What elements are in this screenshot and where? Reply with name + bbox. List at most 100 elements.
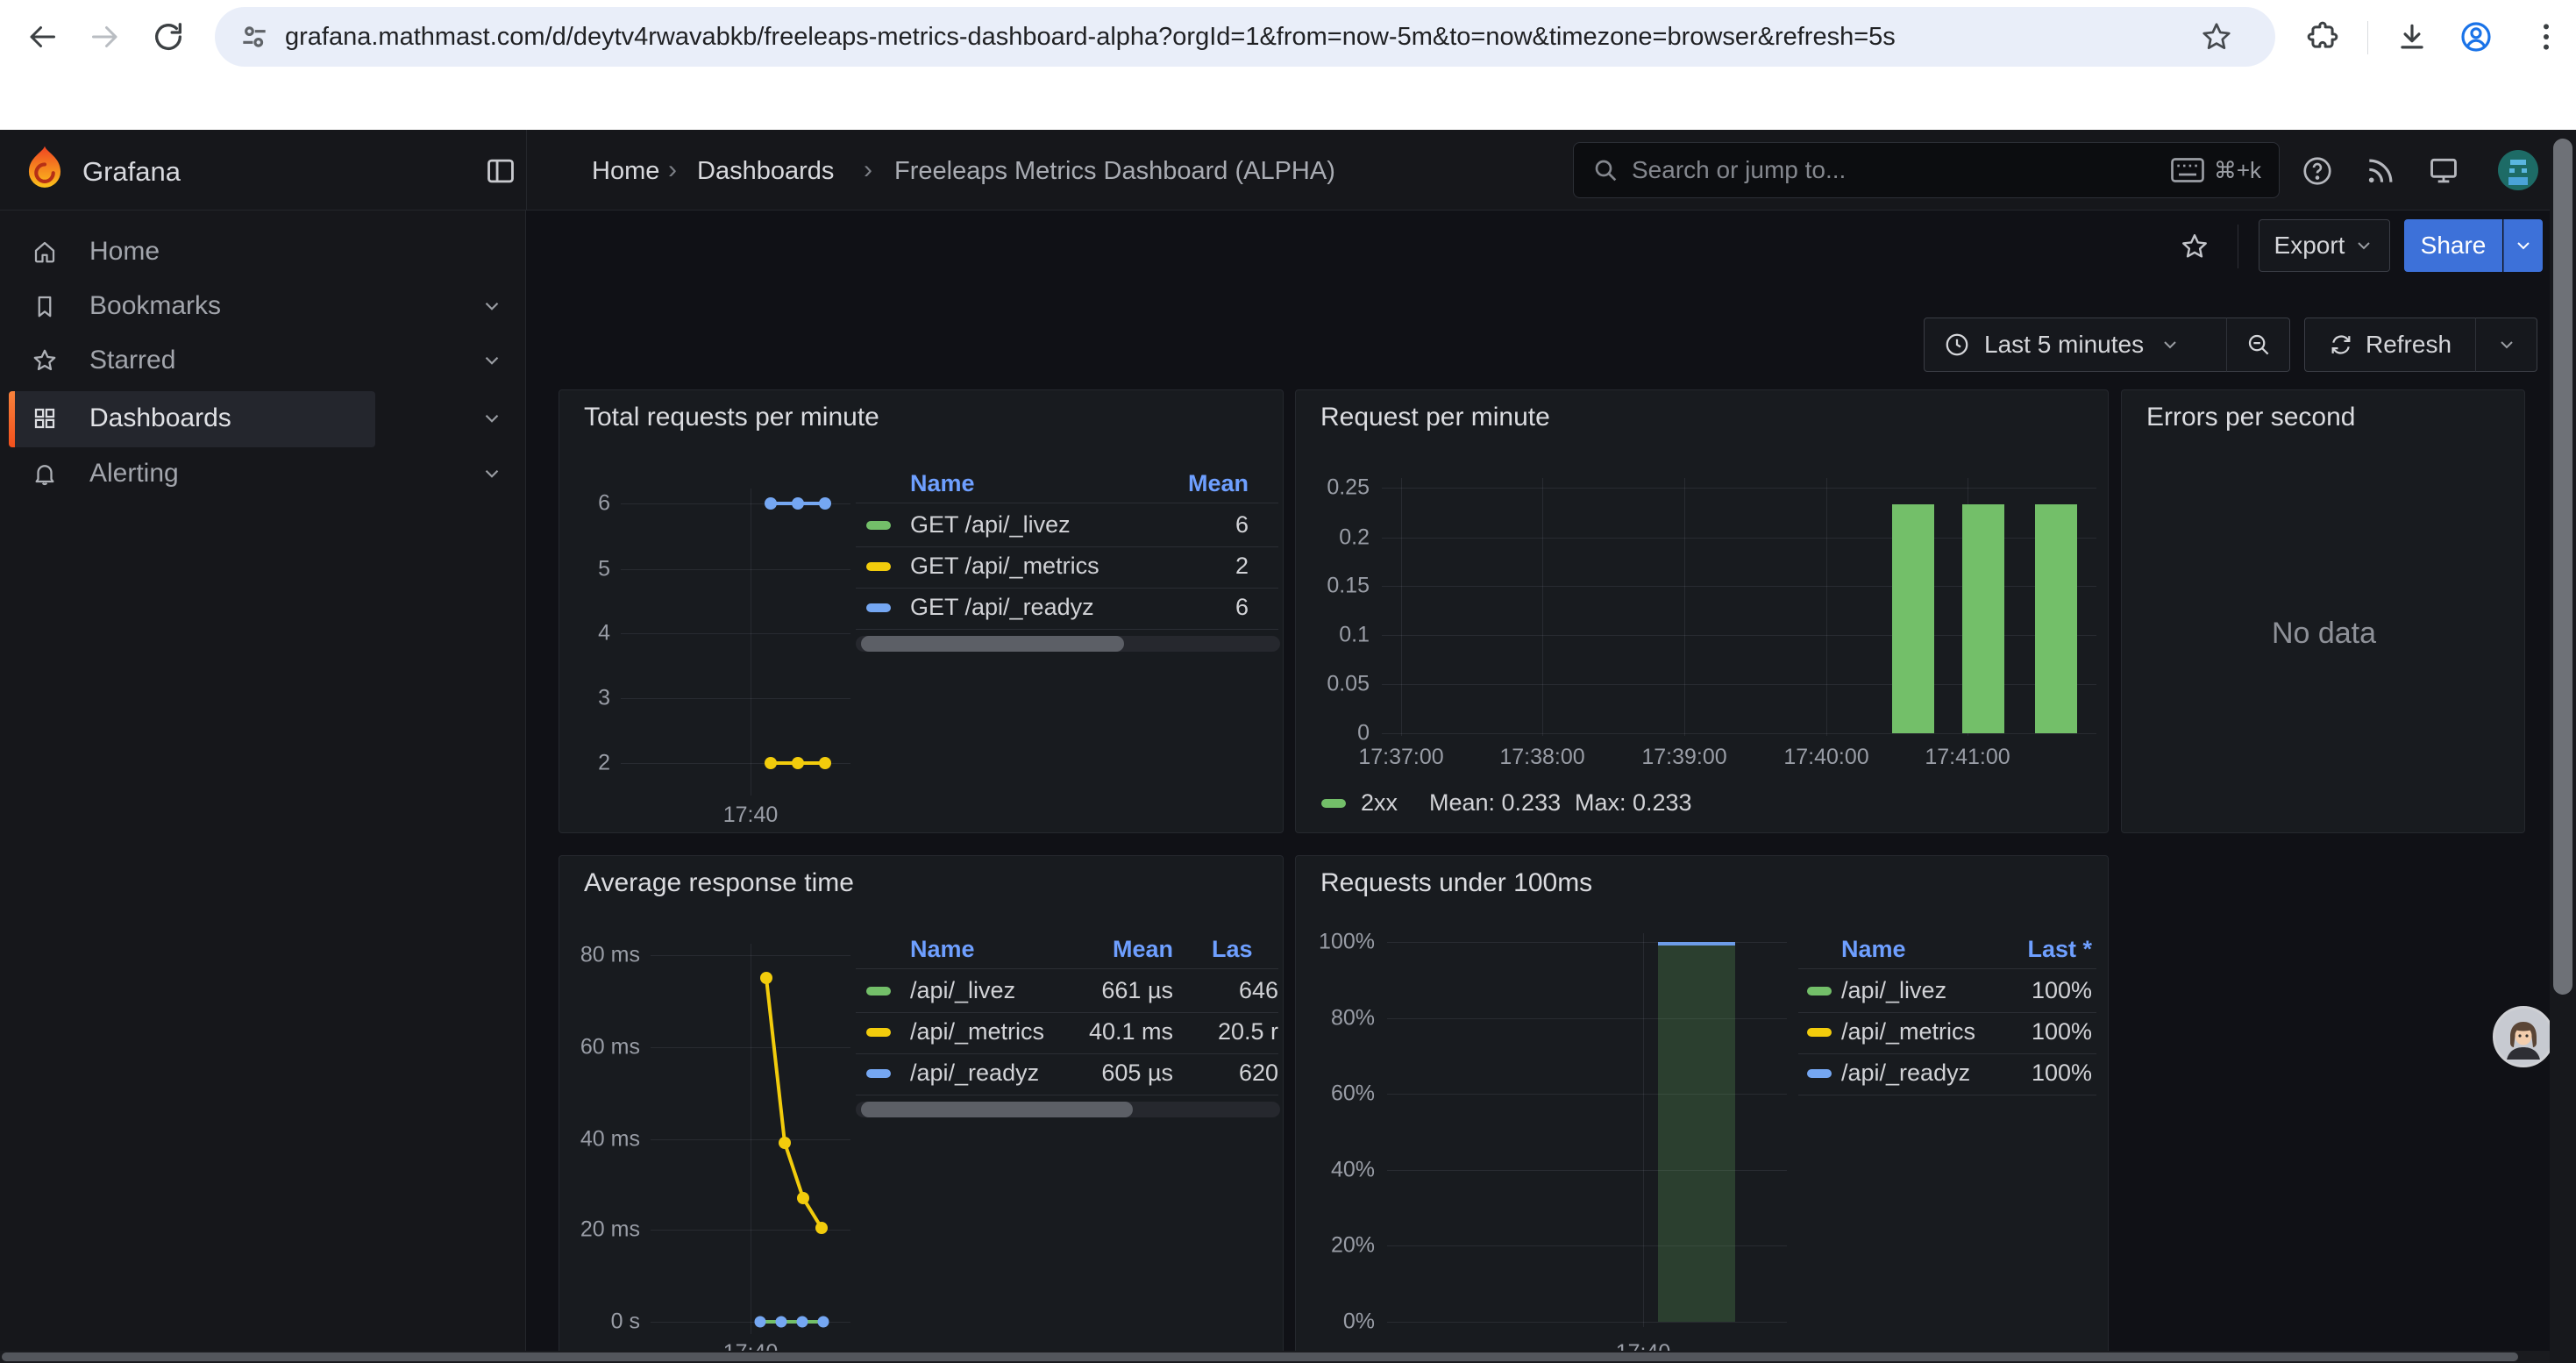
panel-title[interactable]: Errors per second: [2146, 403, 2355, 432]
legend-header-name[interactable]: Name: [910, 936, 975, 963]
legend-series-value: 6: [1121, 594, 1249, 621]
legend-series-name[interactable]: /api/_livez: [910, 977, 1015, 1004]
legend-max: Max: 0.233: [1575, 789, 1692, 817]
grafana-logo-icon[interactable]: [23, 144, 67, 195]
time-range-picker[interactable]: Last 5 minutes: [1924, 318, 2227, 372]
chevron-down-icon[interactable]: [480, 407, 503, 430]
y-tick: 5: [559, 557, 610, 582]
refresh-interval-dropdown[interactable]: [2475, 318, 2537, 372]
bookmarks-bar: Freeleaps 收藏博客: [0, 74, 2576, 130]
legend-scrollbar[interactable]: [856, 1102, 1280, 1117]
reload-icon[interactable]: [151, 19, 186, 54]
sidebar-item-home[interactable]: Home: [89, 237, 160, 267]
legend-scrollbar[interactable]: [856, 636, 1280, 652]
help-icon[interactable]: [2301, 154, 2334, 188]
legend-header-mean[interactable]: Mean: [1033, 936, 1173, 963]
y-tick: 0.2: [1296, 525, 1370, 551]
legend-header-name[interactable]: Name: [1841, 936, 1906, 963]
favorite-star-icon[interactable]: [2180, 232, 2210, 261]
panel-title[interactable]: Average response time: [584, 868, 854, 898]
brand-title: Grafana: [82, 156, 181, 188]
legend-series-name[interactable]: /api/_metrics: [1841, 1018, 1975, 1045]
chevron-down-icon[interactable]: [480, 295, 503, 318]
url-bar[interactable]: grafana.mathmast.com/d/deytv4rwavabkb/fr…: [215, 7, 2275, 67]
assistant-avatar[interactable]: [2493, 1006, 2554, 1067]
legend-scrollbar-thumb[interactable]: [861, 1102, 1133, 1117]
legend-series-name[interactable]: GET /api/_readyz: [910, 594, 1094, 621]
url-text[interactable]: grafana.mathmast.com/d/deytv4rwavabkb/fr…: [285, 23, 2196, 52]
sidebar-item-alerting[interactable]: Alerting: [89, 459, 179, 489]
site-settings-icon[interactable]: [238, 20, 271, 54]
zoom-out-icon: [2245, 332, 2272, 358]
refresh-button[interactable]: Refresh: [2304, 318, 2476, 372]
legend-header-mean[interactable]: Mean: [1121, 470, 1249, 497]
zoom-out-button[interactable]: [2226, 318, 2290, 372]
toolbar-divider: [2367, 21, 2368, 54]
search-input[interactable]: Search or jump to... ⌘+k: [1573, 142, 2280, 198]
extensions-icon[interactable]: [2306, 20, 2339, 54]
sidebar-item-dashboards[interactable]: Dashboards: [89, 403, 231, 433]
panel-title[interactable]: Request per minute: [1320, 403, 1550, 432]
legend-scrollbar-thumb[interactable]: [861, 636, 1124, 652]
sidebar: Home Bookmarks Starred Dashboards Alerti…: [0, 211, 526, 1363]
sidebar-item-starred[interactable]: Starred: [89, 346, 175, 375]
keyboard-icon: [2170, 156, 2205, 184]
y-tick: 6: [559, 491, 610, 517]
series-swatch: [866, 1028, 891, 1037]
gridline: [621, 569, 850, 570]
legend-series-mean: 605 µs: [1033, 1060, 1173, 1087]
page: grafana.mathmast.com/d/deytv4rwavabkb/fr…: [0, 0, 2576, 1363]
series-swatch: [1807, 1028, 1832, 1037]
y-tick: 40%: [1296, 1158, 1375, 1183]
legend-series-name[interactable]: GET /api/_livez: [910, 511, 1071, 539]
export-button[interactable]: Export: [2259, 219, 2390, 272]
sidebar-toggle-icon[interactable]: [484, 154, 517, 188]
breadcrumb-separator: ›: [864, 155, 872, 185]
y-tick: 0 s: [559, 1309, 640, 1335]
legend-series-name[interactable]: GET /api/_metrics: [910, 553, 1099, 580]
legend-series-name[interactable]: /api/_readyz: [910, 1060, 1039, 1087]
legend-header-last[interactable]: Las: [1212, 936, 1253, 963]
export-label: Export: [2274, 232, 2345, 260]
legend-series-last: 646: [1175, 977, 1278, 1004]
vertical-scrollbar-thumb[interactable]: [2553, 139, 2572, 995]
monitor-icon[interactable]: [2427, 154, 2460, 188]
user-avatar[interactable]: [2498, 150, 2538, 190]
share-dropdown-button[interactable]: [2503, 219, 2543, 272]
breadcrumb-home[interactable]: Home: [592, 157, 659, 186]
legend-series-name[interactable]: /api/_metrics: [910, 1018, 1044, 1045]
chevron-down-icon: [2513, 235, 2534, 256]
chevron-down-icon: [2496, 334, 2517, 355]
series-swatch: [1321, 799, 1346, 808]
forward-icon[interactable]: [88, 21, 123, 53]
chevron-down-icon[interactable]: [480, 349, 503, 372]
panel-title[interactable]: Total requests per minute: [584, 403, 879, 432]
back-icon[interactable]: [25, 21, 60, 53]
y-tick: 60 ms: [559, 1035, 640, 1060]
news-rss-icon[interactable]: [2364, 154, 2397, 188]
gridline: [621, 698, 850, 699]
legend-series-name[interactable]: /api/_livez: [1841, 977, 1946, 1004]
horizontal-scrollbar-thumb[interactable]: [2, 1352, 2518, 1361]
x-tick: 17:38:00: [1499, 745, 1584, 770]
y-tick: 0%: [1296, 1309, 1375, 1335]
bookmark-star-icon[interactable]: [2200, 20, 2233, 54]
legend-series-name[interactable]: 2xx: [1361, 789, 1398, 817]
chevron-down-icon[interactable]: [480, 462, 503, 485]
divider: [856, 968, 1278, 969]
legend-header-last[interactable]: Last *: [1969, 936, 2092, 963]
downloads-icon[interactable]: [2395, 20, 2429, 54]
x-tick: 17:40: [723, 803, 779, 828]
profile-icon[interactable]: [2459, 19, 2494, 54]
vertical-scrollbar[interactable]: [2550, 130, 2576, 1363]
share-button[interactable]: Share: [2404, 219, 2502, 272]
legend-header-name[interactable]: Name: [910, 470, 975, 497]
bell-icon: [32, 460, 58, 487]
sidebar-item-bookmarks[interactable]: Bookmarks: [89, 291, 221, 321]
browser-menu-icon[interactable]: [2529, 19, 2564, 54]
horizontal-scrollbar[interactable]: [0, 1351, 2550, 1363]
breadcrumb-dashboards[interactable]: Dashboards: [697, 157, 834, 186]
panel-title[interactable]: Requests under 100ms: [1320, 868, 1592, 898]
divider: [856, 629, 1278, 630]
legend-series-name[interactable]: /api/_readyz: [1841, 1060, 1970, 1087]
